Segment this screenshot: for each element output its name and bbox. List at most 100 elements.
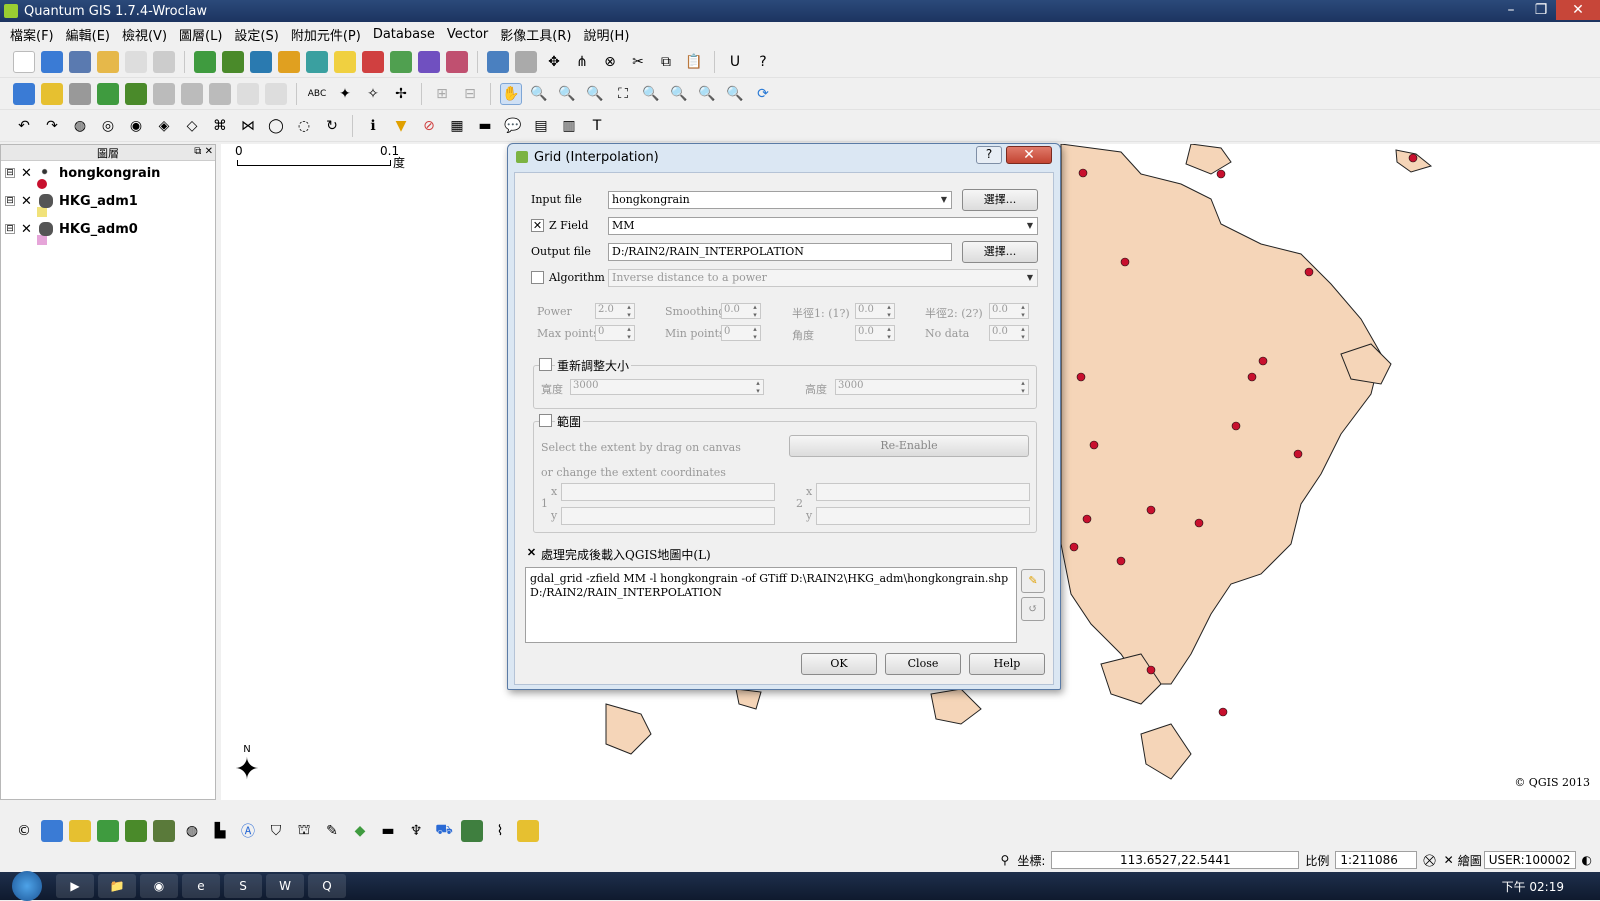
dialog-help-button[interactable]: ? [976,146,1002,164]
maxpoints-spinbox[interactable]: 0 [595,325,635,341]
save-as-icon[interactable] [97,50,119,73]
add-vector-icon[interactable] [194,50,216,73]
close-window-button[interactable]: ✕ [1556,0,1600,20]
delete-selected-icon[interactable]: ⊗ [599,51,621,73]
menu-settings[interactable]: 設定(S) [228,25,284,44]
y2-input[interactable] [816,507,1030,525]
expand-icon[interactable]: ⊟ [5,224,15,234]
messages-icon[interactable]: ◐ [1582,853,1592,867]
plugin-4-icon[interactable] [97,820,119,842]
zoom-next-icon[interactable]: 🔍 [724,83,746,105]
plugin-5-icon[interactable] [125,820,147,842]
new-project-icon[interactable] [13,50,35,73]
width-spinbox[interactable]: 3000 [570,379,764,395]
system-clock[interactable]: 下午 02:19 [1502,878,1564,895]
digitize-2-icon[interactable]: ✧ [362,83,384,105]
output-file-input[interactable]: D:/RAIN2/RAIN_INTERPOLATION [608,243,952,261]
label-icon[interactable]: ABC [306,83,328,105]
attribute-table-icon[interactable]: ▦ [446,115,468,137]
menu-file[interactable]: 檔案(F) [4,25,60,44]
menu-vector[interactable]: Vector [441,27,494,42]
layer-tool-6-icon[interactable] [153,82,175,105]
globe-icon[interactable]: ◍ [181,820,203,842]
plugin-6-icon[interactable] [153,820,175,842]
menu-edit[interactable]: 編輯(E) [60,25,116,44]
minpoints-spinbox[interactable]: 0 [721,325,761,341]
plugin-14-icon[interactable]: ▬ [377,820,399,842]
add-wms-icon[interactable] [306,50,328,73]
copyright-plugin-icon[interactable]: © [13,820,35,842]
layer-item[interactable]: ⊟ ✕ HKG_adm1 [1,189,215,213]
zfield-checkbox[interactable]: ✕ [531,219,544,232]
smoothing-spinbox[interactable]: 0.0 [721,303,761,319]
dialog-close-button[interactable]: ✕ [1006,146,1052,164]
edit-command-icon[interactable]: ✎ [1021,569,1045,593]
print-composer-icon[interactable] [125,50,147,73]
digitize-4-icon[interactable]: ⊞ [431,83,453,105]
layer-visibility-checkbox[interactable]: ✕ [21,194,33,209]
split-icon[interactable]: ⋈ [237,115,259,137]
angle-spinbox[interactable]: 0.0 [855,325,895,341]
menu-raster[interactable]: 影像工具(R) [494,25,577,44]
layer-tool-10-icon[interactable] [265,82,287,105]
plugin-2-icon[interactable] [41,820,63,842]
reset-command-icon[interactable]: ↺ [1021,597,1045,621]
remove-layer-icon[interactable] [362,50,384,73]
stop-render-icon[interactable]: ⛒ [1423,853,1435,868]
cut-icon[interactable]: ✂ [627,51,649,73]
radius1-spinbox[interactable]: 0.0 [855,303,895,319]
plugin-18-icon[interactable]: ⌇ [489,820,511,842]
close-button[interactable]: Close [885,653,961,675]
new-shapefile-icon[interactable] [334,50,356,73]
north-arrow-plugin-icon[interactable]: Ⓐ [237,820,259,842]
plugin-16-icon[interactable]: ⛟ [433,820,455,842]
taskbar-qgis-icon[interactable]: Q [308,874,346,898]
layer-tool-7-icon[interactable] [181,82,203,105]
zoom-out-icon[interactable]: 🔍 [556,83,578,105]
refresh-icon[interactable]: ⟳ [752,83,774,105]
pan-icon[interactable]: ✋ [500,82,522,105]
zoom-last-icon[interactable]: 🔍 [696,83,718,105]
plugin-15-icon[interactable]: ♆ [405,820,427,842]
undo-icon[interactable]: ↶ [13,115,35,137]
layer-tool-1-icon[interactable] [13,82,35,105]
taskbar-word-icon[interactable]: W [266,874,304,898]
redo-icon[interactable]: ↷ [41,115,63,137]
resize-checkbox[interactable] [539,358,552,371]
power-spinbox[interactable]: 2.0 [595,303,635,319]
radius2-spinbox[interactable]: 0.0 [989,303,1029,319]
layer-tool-5-icon[interactable] [125,82,147,105]
reenable-button[interactable]: Re-Enable [789,435,1029,457]
rotate-icon[interactable]: ↻ [321,115,343,137]
coords-toggle-icon[interactable]: ⚲ [1001,853,1010,867]
algorithm-combo[interactable]: Inverse distance to a power ▼ [608,269,1038,287]
paste-icon[interactable]: 📋 [683,51,705,73]
zoom-actual-icon[interactable]: 🔍 [584,83,606,105]
layer-tool-8-icon[interactable] [209,82,231,105]
crs-button[interactable]: USER:100002 [1483,851,1576,869]
menu-help[interactable]: 說明(H) [577,25,635,44]
menu-database[interactable]: Database [367,27,441,42]
plugin-19-icon[interactable] [517,820,539,842]
expand-icon[interactable]: ⊟ [5,168,15,178]
open-project-icon[interactable] [41,50,63,73]
toggle-editing-icon[interactable] [487,50,509,73]
scale-combo[interactable]: 1:211086 [1335,851,1418,869]
digitize-1-icon[interactable]: ✦ [334,83,356,105]
zfield-combo[interactable]: MM ▼ [608,217,1038,235]
delete-ring-icon[interactable]: ◈ [153,115,175,137]
expand-icon[interactable]: ⊟ [5,196,15,206]
text-annotation-icon[interactable]: T [586,115,608,137]
layer-tool-9-icon[interactable] [237,82,259,105]
menu-layer[interactable]: 圖層(L) [173,25,228,44]
layer-item[interactable]: ⊟ ✕ hongkongrain [1,161,215,185]
delete-part-icon[interactable]: ◇ [181,115,203,137]
measure-icon[interactable]: ▬ [474,115,496,137]
plugin-10-icon[interactable]: ⛉ [265,820,287,842]
select-icon[interactable]: ▼ [390,115,412,137]
move-feature-icon[interactable]: ✥ [543,51,565,73]
deselect-icon[interactable]: ⊘ [418,115,440,137]
show-bookmarks-icon[interactable]: ▥ [558,115,580,137]
zoom-selection-icon[interactable]: 🔍 [640,83,662,105]
taskbar-ie-icon[interactable]: e [182,874,220,898]
